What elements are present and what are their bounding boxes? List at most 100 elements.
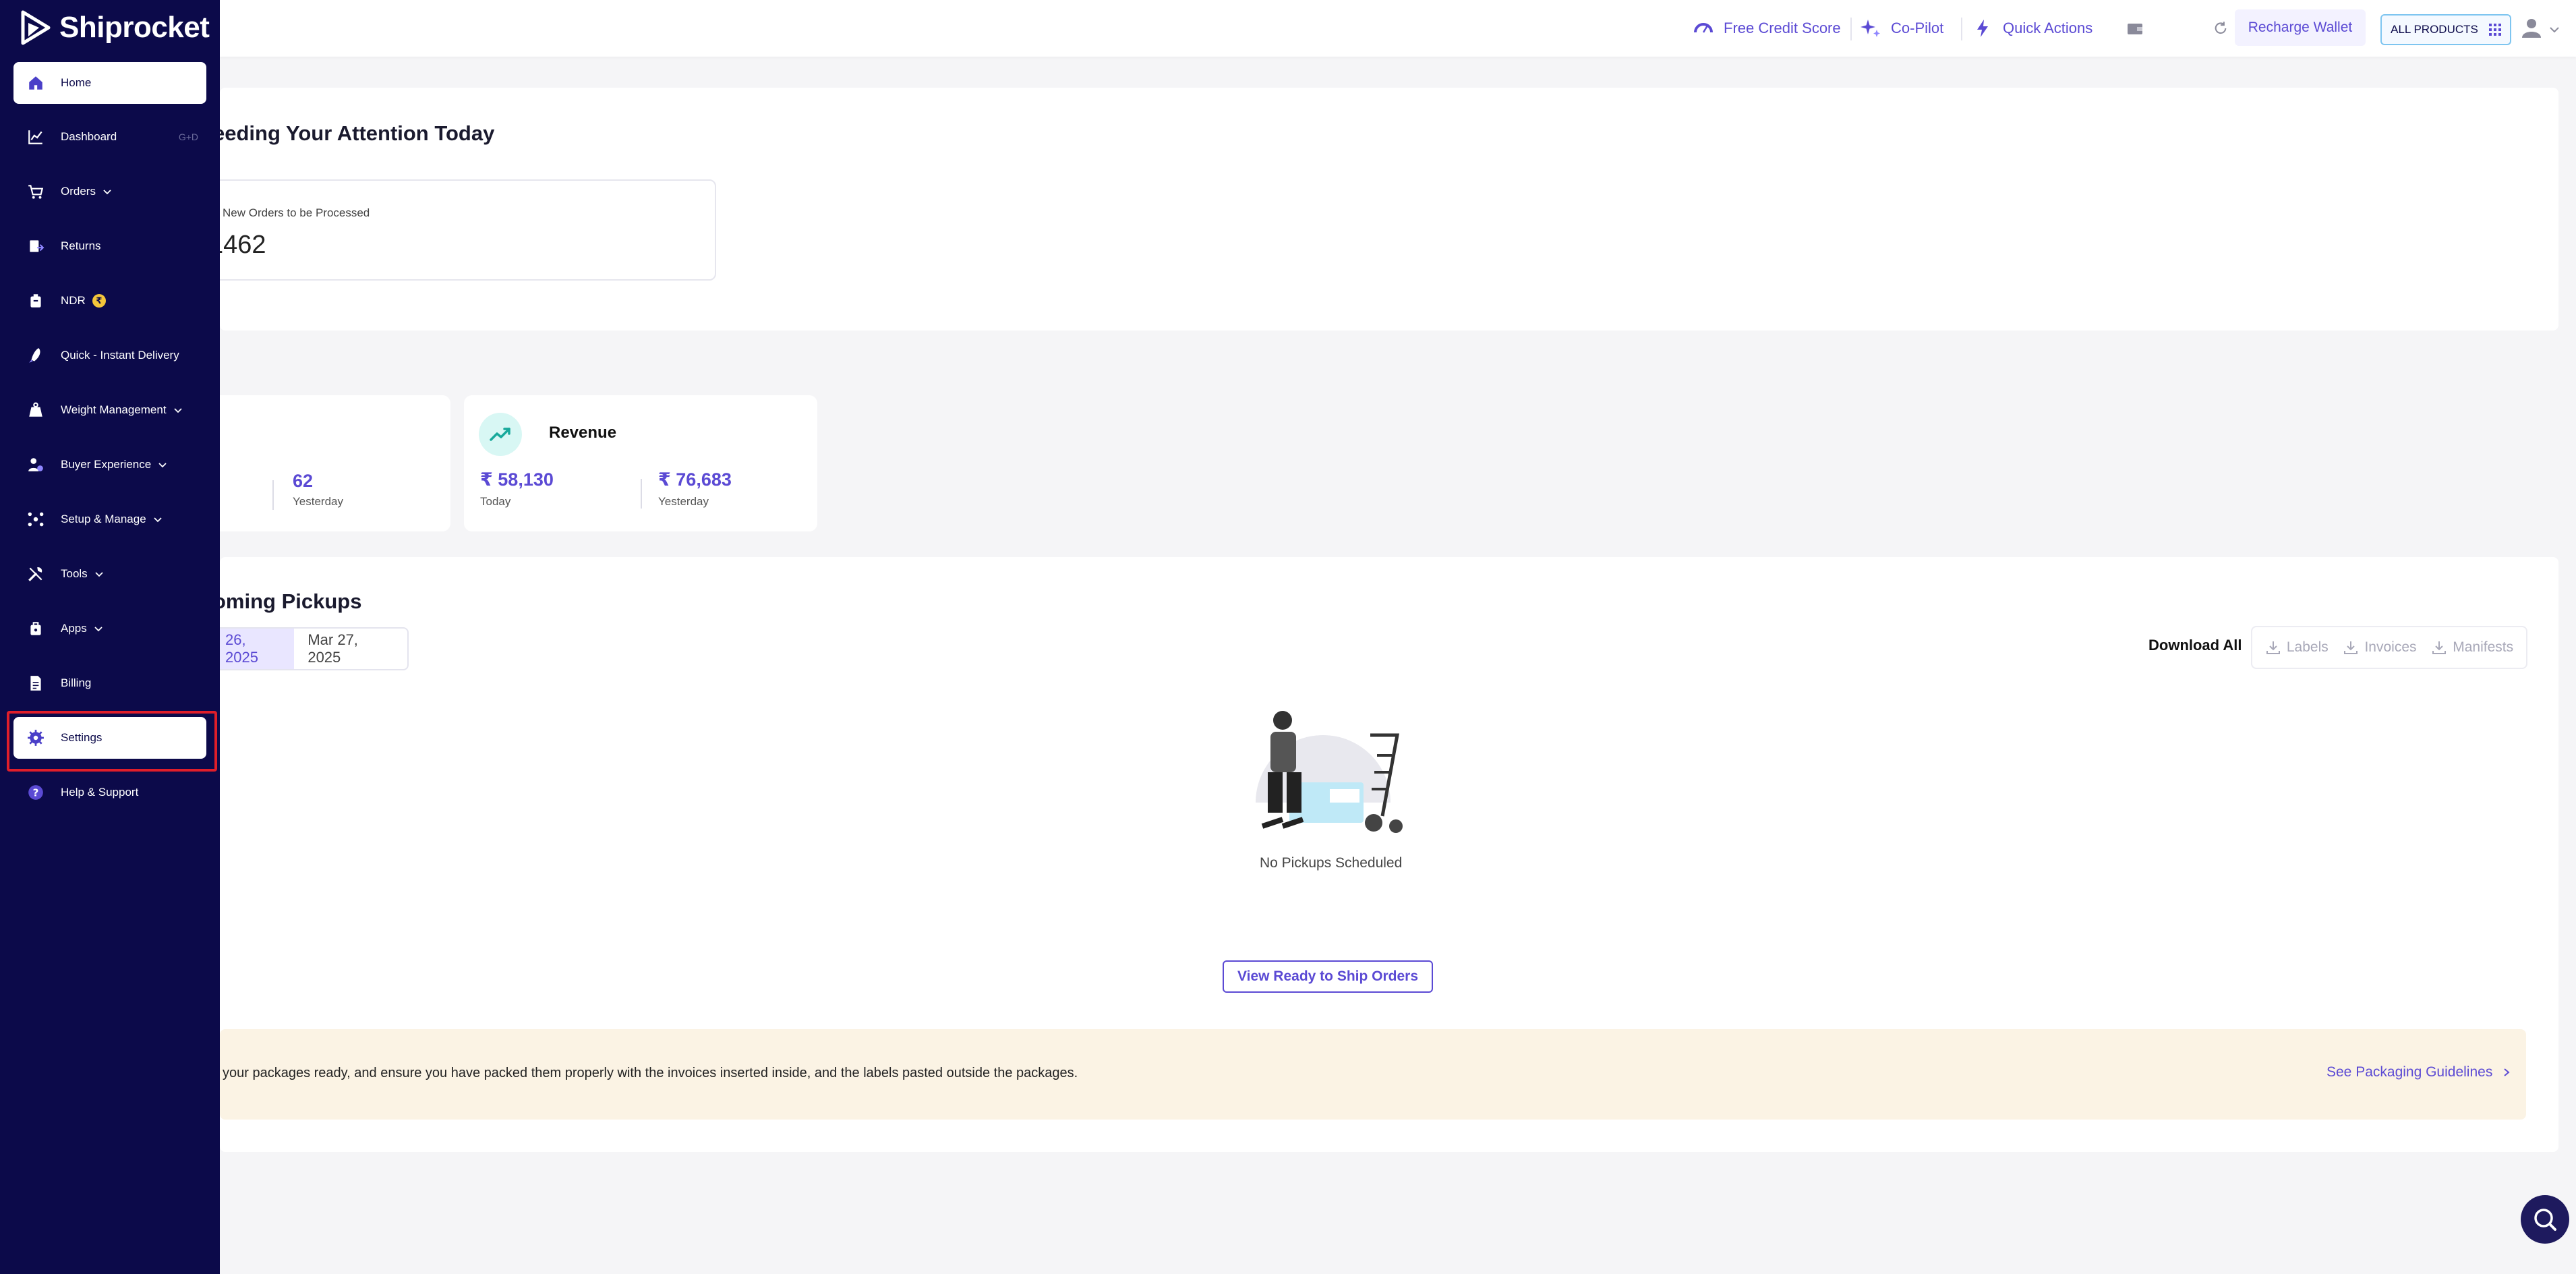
brand-name: Shiprocket xyxy=(59,11,210,44)
sidebar-item-orders[interactable]: Orders xyxy=(13,171,206,212)
svg-text:?: ? xyxy=(33,786,39,799)
brand-logo[interactable]: Shiprocket xyxy=(19,9,210,46)
download-invoices-button[interactable]: Invoices xyxy=(2343,639,2417,656)
sidebar-item-dashboard[interactable]: Dashboard G+D xyxy=(13,116,206,158)
download-invoices-label: Invoices xyxy=(2364,639,2417,655)
refresh-button[interactable] xyxy=(2212,0,2229,57)
download-labels-label: Labels xyxy=(2286,639,2329,655)
pickup-date-tabs: 26, 2025 Mar 27, 2025 xyxy=(202,627,409,670)
tools-icon xyxy=(26,564,46,584)
sidebar-item-label: Quick - Instant Delivery xyxy=(61,349,179,361)
download-icon xyxy=(2266,641,2280,654)
sidebar-item-settings[interactable]: Settings xyxy=(13,717,206,759)
sidebar-item-apps[interactable]: Apps xyxy=(13,608,206,649)
chat-support-button[interactable] xyxy=(2521,1195,2569,1244)
top-header: Free Credit Score Co-Pilot Quick Actions xyxy=(220,0,2576,57)
revenue-yesterday-value: ₹ 76,683 xyxy=(658,469,732,490)
rocket-icon xyxy=(26,345,46,366)
refresh-icon xyxy=(2215,22,2227,34)
date-tab-mar-27[interactable]: Mar 27, 2025 xyxy=(294,629,407,669)
packaging-banner: your packages ready, and ensure you have… xyxy=(220,1029,2526,1120)
buyer-icon xyxy=(26,455,46,475)
chevron-down-icon xyxy=(154,517,162,523)
download-icon xyxy=(2344,641,2358,654)
ndr-badge-icon: ₹ xyxy=(92,294,106,308)
billing-icon xyxy=(26,673,46,693)
sidebar-item-label: Setup & Manage xyxy=(61,513,146,525)
cart-icon xyxy=(26,181,46,202)
quick-actions-label: Quick Actions xyxy=(2003,20,2093,36)
quick-actions-link[interactable]: Quick Actions xyxy=(1972,0,2092,57)
copilot-link[interactable]: Co-Pilot xyxy=(1860,0,1943,57)
sidebar-item-buyer-experience[interactable]: Buyer Experience xyxy=(13,444,206,486)
stat-divider xyxy=(272,480,274,510)
gauge-icon xyxy=(1694,23,1713,33)
attention-title: eeding Your Attention Today xyxy=(213,121,495,145)
chevron-down-icon xyxy=(173,408,182,413)
packaging-guidelines-link[interactable]: See Packaging Guidelines xyxy=(2326,1064,2511,1080)
revenue-title: Revenue xyxy=(549,424,617,442)
chevron-down-icon xyxy=(158,463,167,468)
user-avatar-icon[interactable] xyxy=(2518,15,2545,42)
sidebar-item-label: Help & Support xyxy=(61,786,139,799)
sidebar-item-quick-delivery[interactable]: Quick - Instant Delivery xyxy=(13,335,206,376)
sidebar-item-label: Buyer Experience xyxy=(61,458,152,471)
download-all-button[interactable]: Download All xyxy=(2148,637,2242,654)
sidebar-item-tools[interactable]: Tools xyxy=(13,553,206,595)
all-products-button[interactable]: ALL PRODUCTS xyxy=(2380,14,2511,45)
chevron-down-icon xyxy=(103,190,111,195)
home-icon xyxy=(26,73,46,93)
chevron-down-icon xyxy=(95,572,103,577)
recharge-wallet-button[interactable]: Recharge Wallet xyxy=(2235,9,2366,46)
view-ready-to-ship-button[interactable]: View Ready to Ship Orders xyxy=(1223,960,1433,993)
new-orders-card[interactable]: New Orders to be Processed 1462 xyxy=(202,179,716,281)
download-labels-button[interactable]: Labels xyxy=(2265,639,2329,656)
no-pickups-illustration xyxy=(1256,711,1403,833)
revenue-today-label: Today xyxy=(480,495,511,508)
ndr-icon xyxy=(26,291,46,311)
packaging-banner-text: your packages ready, and ensure you have… xyxy=(223,1066,1078,1080)
sidebar-item-billing[interactable]: Billing xyxy=(13,662,206,704)
returns-icon xyxy=(26,236,46,256)
copilot-label: Co-Pilot xyxy=(1891,20,1944,36)
sidebar-item-label: NDR xyxy=(61,294,86,307)
chat-search-icon xyxy=(2534,1209,2556,1231)
header-divider xyxy=(1850,18,1852,40)
free-credit-score-link[interactable]: Free Credit Score xyxy=(1693,0,1841,57)
chevron-down-icon[interactable] xyxy=(2548,23,2561,36)
sidebar-item-label: Home xyxy=(61,76,92,89)
sidebar-item-label: Settings xyxy=(61,731,103,744)
revenue-stat-card: Revenue ₹ 58,130 Today ₹ 76,683 Yesterda… xyxy=(464,395,817,531)
download-manifests-button[interactable]: Manifests xyxy=(2431,639,2513,656)
sidebar-item-setup-manage[interactable]: Setup & Manage xyxy=(13,498,206,540)
grid-icon xyxy=(2488,24,2501,36)
all-products-label: ALL PRODUCTS xyxy=(2391,23,2478,36)
sidebar-item-weight-management[interactable]: Weight Management xyxy=(13,389,206,431)
sidebar-item-ndr[interactable]: NDR ₹ xyxy=(13,280,206,322)
download-button-group: Labels Invoices Manifests xyxy=(2251,626,2527,669)
sidebar-item-help-support[interactable]: ? Help & Support xyxy=(13,772,206,813)
shortcut-hint: G+D xyxy=(178,132,198,142)
revenue-yesterday-label: Yesterday xyxy=(658,495,709,508)
sidebar-item-label: Returns xyxy=(61,239,101,252)
stat-divider xyxy=(641,479,642,509)
sparkle-icon xyxy=(1861,20,1880,37)
weight-icon xyxy=(26,400,46,420)
revenue-today-value: ₹ 58,130 xyxy=(480,469,554,490)
sidebar-item-label: Weight Management xyxy=(61,403,167,416)
shiprocket-logo-icon xyxy=(21,10,51,45)
sidebar-item-returns[interactable]: Returns xyxy=(13,225,206,267)
sidebar-item-label: Tools xyxy=(61,567,88,580)
new-orders-label: New Orders to be Processed xyxy=(223,206,370,219)
packaging-guidelines-label: See Packaging Guidelines xyxy=(2326,1064,2493,1080)
wallet-button[interactable] xyxy=(2124,0,2146,57)
trending-up-icon xyxy=(479,413,522,456)
sidebar-item-label: Apps xyxy=(61,622,87,635)
sidebar-item-label: Billing xyxy=(61,676,92,689)
sidebar: Shiprocket Home Dashboard G+D Orders Ret… xyxy=(0,0,220,1274)
orders-yesterday-value: 62 xyxy=(293,471,314,491)
sidebar-item-label: Orders xyxy=(61,185,96,198)
chevron-right-icon xyxy=(2504,1068,2510,1076)
orders-stat-card: 62 Yesterday xyxy=(202,395,450,531)
sidebar-item-home[interactable]: Home xyxy=(13,62,206,104)
